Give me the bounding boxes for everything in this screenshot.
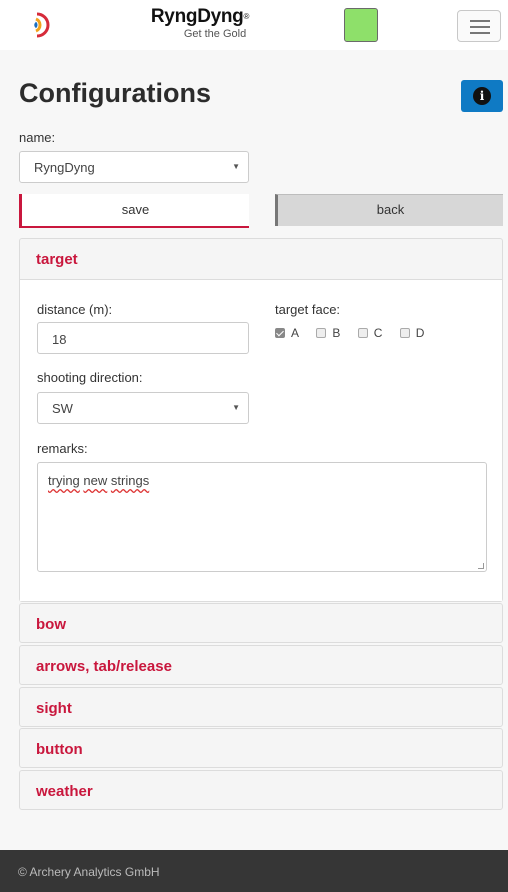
resize-handle-icon[interactable] <box>478 563 484 569</box>
distance-input[interactable]: 18 <box>37 322 249 354</box>
name-select-value: RyngDyng <box>34 160 95 175</box>
logo-icon[interactable] <box>30 10 60 40</box>
bow-panel[interactable]: bow <box>19 603 503 643</box>
sight-panel[interactable]: sight <box>19 687 503 727</box>
footer-copyright: © Archery Analytics GmbH <box>18 865 160 879</box>
target-face-label: target face: <box>275 302 341 317</box>
chevron-down-icon: ▼ <box>232 162 240 171</box>
save-button[interactable]: save <box>19 194 249 228</box>
target-face-c-checkbox[interactable] <box>357 328 368 338</box>
footer: © Archery Analytics GmbH <box>0 850 508 892</box>
distance-label: distance (m): <box>37 302 113 317</box>
button-panel[interactable]: button <box>19 728 503 768</box>
weather-panel[interactable]: weather <box>19 770 503 810</box>
page-title: Configurations <box>19 78 211 108</box>
status-indicator[interactable] <box>344 8 378 42</box>
info-icon: i <box>473 87 491 105</box>
sight-panel-title[interactable]: sight <box>36 700 72 717</box>
remarks-label: remarks: <box>37 441 88 456</box>
arrows-panel[interactable]: arrows, tab/release <box>19 645 503 685</box>
hamburger-menu-icon <box>470 20 490 22</box>
menu-button[interactable] <box>457 10 501 42</box>
shooting-direction-value: SW <box>52 401 73 416</box>
target-face-b-checkbox[interactable] <box>316 328 327 338</box>
target-panel-title[interactable]: target <box>36 251 78 268</box>
brand-logo[interactable]: RyngDyng® Get the Gold <box>140 6 260 46</box>
target-face-c-label: C <box>373 326 383 340</box>
remarks-word: trying <box>48 473 80 488</box>
remarks-word: strings <box>110 473 150 488</box>
target-face-a-checkbox[interactable] <box>275 328 285 338</box>
shooting-direction-select[interactable]: SW ▼ <box>37 392 249 424</box>
chevron-down-icon: ▼ <box>232 403 240 412</box>
arrows-panel-title[interactable]: arrows, tab/release <box>36 658 172 675</box>
remarks-word: new <box>83 473 108 488</box>
back-button[interactable]: back <box>275 194 503 226</box>
target-face-options: A B C D <box>275 326 438 340</box>
navbar: RyngDyng® Get the Gold <box>0 0 508 50</box>
button-panel-title[interactable]: button <box>36 741 83 758</box>
name-label: name: <box>19 130 56 145</box>
shooting-direction-label: shooting direction: <box>37 370 143 385</box>
target-face-d-label: D <box>415 326 425 340</box>
brand-name: RyngDyng® <box>150 6 250 27</box>
name-select[interactable]: RyngDyng ▼ <box>19 151 249 183</box>
remarks-textarea[interactable]: trying new strings <box>37 462 487 572</box>
bow-panel-title[interactable]: bow <box>36 616 66 633</box>
brand-tagline: Get the Gold <box>183 28 247 40</box>
info-button[interactable]: i <box>461 80 503 112</box>
target-face-a-label: A <box>291 326 300 340</box>
target-face-d-checkbox[interactable] <box>399 328 410 338</box>
target-face-b-label: B <box>332 326 341 340</box>
weather-panel-title[interactable]: weather <box>36 783 93 800</box>
